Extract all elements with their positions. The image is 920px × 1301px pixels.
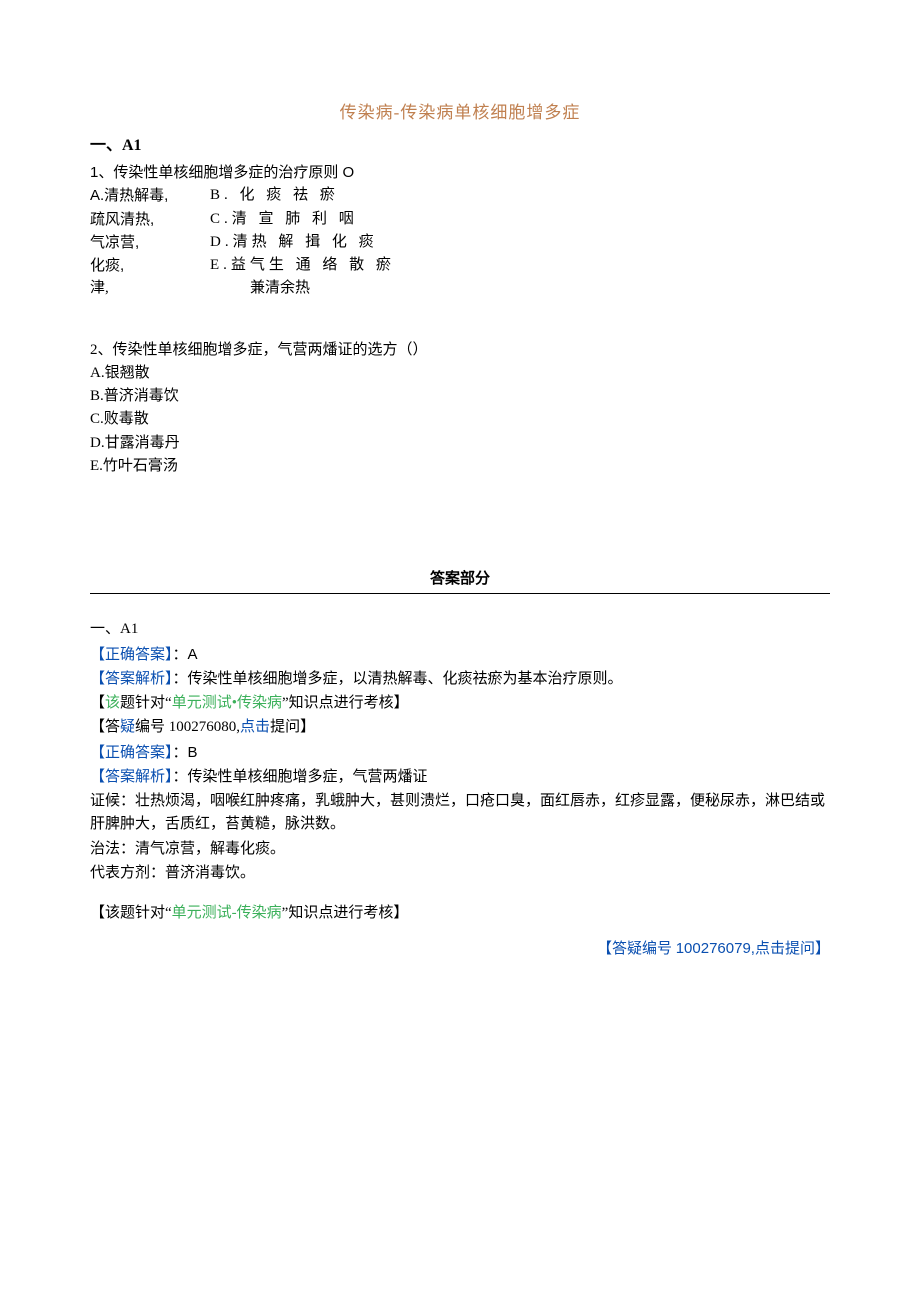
ans2-correct-label: 【正确答案】 (90, 745, 173, 761)
ans2-footer-pre: 【答疑编号 (597, 941, 676, 957)
q1-left-2: 气凉营, (90, 231, 210, 254)
q1-left-3: 化痰, (90, 254, 210, 277)
q2-opt-c: C.败毒散 (90, 408, 830, 431)
q1-right-2: D.清热 解 揖 化 痰 (210, 231, 378, 254)
q1-right-1: C.清 宣 肺 利 咽 (210, 208, 358, 231)
ans1-jiexi-label: 【答案解析】 (90, 671, 173, 687)
ans1-doubt-mid1: 编号 100276080, (135, 719, 240, 735)
ans1-topic-pre: 【 (90, 695, 105, 711)
ans2-jiexi-text: ：传染性单核细胞增多症，气营两燔证 (173, 769, 428, 785)
ans1-doubt-pre: 【答 (90, 719, 120, 735)
ans2-correct: 【正确答案】：B (90, 741, 830, 765)
ans2-line-1: 治法：清气凉营，解毒化痰。 (90, 838, 830, 861)
q2-stem: 2、传染性单核细胞增多症，气营两燔证的选方（） (90, 339, 830, 362)
q1-right-4: 兼清余热 (250, 277, 310, 300)
ans2-footer-link[interactable]: 点击提问 (755, 941, 815, 957)
ans1-doubt-yi: 疑 (120, 719, 135, 735)
answers-block: 一、A1 【正确答案】：A 【答案解析】：传染性单核细胞增多症，以清热解毒、化痰… (90, 618, 830, 961)
ans1-correct: 【正确答案】：A (90, 643, 830, 667)
ans1-doubt: 【答疑编号 100276080,点击提问】 (90, 716, 830, 739)
ans2-line-0: 证候：壮热烦渴，咽喉红肿疼痛，乳蛾肿大，甚则溃烂，口疮口臭，面红唇赤，红疹显露，… (90, 790, 830, 837)
q1-left-0: A.清热解毒, (90, 184, 210, 207)
q1-left-1: 疏风清热, (90, 208, 210, 231)
q1-right-3: E.益气生 通 络 散 瘀 (210, 254, 395, 277)
ans2-topic-post: ”知识点进行考核】 (282, 905, 409, 921)
q2-opt-e: E.竹叶石膏汤 (90, 455, 830, 478)
ans1-topic-link[interactable]: 单元测试•传染病 (172, 695, 282, 711)
ans1-topic: 【该题针对“单元测试•传染病”知识点进行考核】 (90, 692, 830, 715)
answers-divider: 答案部分 (90, 568, 830, 594)
ans2-correct-val: ：B (173, 744, 198, 761)
q1-left-4: 津, (90, 277, 210, 300)
ans1-topic-gai: 该 (105, 695, 120, 711)
question-2: 2、传染性单核细胞增多症，气营两燔证的选方（） A.银翘散 B.普济消毒饮 C.… (90, 339, 830, 479)
ans2-jiexi-label: 【答案解析】 (90, 769, 173, 785)
q2-opt-d: D.甘露消毒丹 (90, 432, 830, 455)
doc-title: 传染病-传染病单核细胞增多症 (90, 100, 830, 126)
ans2-footer-num: 100276079, (676, 940, 755, 957)
ans-sec-head: 一、A1 (90, 618, 830, 641)
q1-stem: 1、传染性单核细胞增多症的治疗原则 O (90, 161, 830, 184)
ans1-correct-val: ：A (173, 646, 198, 663)
ans2-topic-link[interactable]: 单元测试-传染病 (172, 905, 282, 921)
answers-head: 答案部分 (430, 568, 490, 591)
ans2-footer-post: 】 (815, 941, 830, 957)
ans1-correct-label: 【正确答案】 (90, 647, 173, 663)
q2-opt-a: A.银翘散 (90, 362, 830, 385)
section-a1-head: 一、A1 (90, 134, 830, 159)
ans2-line-2: 代表方剂：普济消毒饮。 (90, 862, 830, 885)
ans1-doubt-link[interactable]: 点击 (240, 719, 270, 735)
ans1-doubt-post: 提问】 (270, 719, 315, 735)
question-1: 1、传染性单核细胞增多症的治疗原则 O A.清热解毒, B. 化 痰 祛 瘀 疏… (90, 161, 830, 301)
ans1-topic-post: ”知识点进行考核】 (282, 695, 409, 711)
ans2-topic: 【该题针对“单元测试-传染病”知识点进行考核】 (90, 902, 830, 925)
ans1-jiexi-text: ：传染性单核细胞增多症，以清热解毒、化痰祛瘀为基本治疗原则。 (173, 671, 623, 687)
q2-opt-b: B.普济消毒饮 (90, 385, 830, 408)
ans2-topic-pre: 【该题针对“ (90, 905, 172, 921)
q1-right-0: B. 化 痰 祛 瘀 (210, 184, 339, 207)
ans1-jiexi: 【答案解析】：传染性单核细胞增多症，以清热解毒、化痰祛瘀为基本治疗原则。 (90, 668, 830, 691)
ans2-footer: 【答疑编号 100276079,点击提问】 (90, 937, 830, 961)
ans2-jiexi: 【答案解析】：传染性单核细胞增多症，气营两燔证 (90, 766, 830, 789)
ans1-topic-mid: 题针对“ (120, 695, 172, 711)
